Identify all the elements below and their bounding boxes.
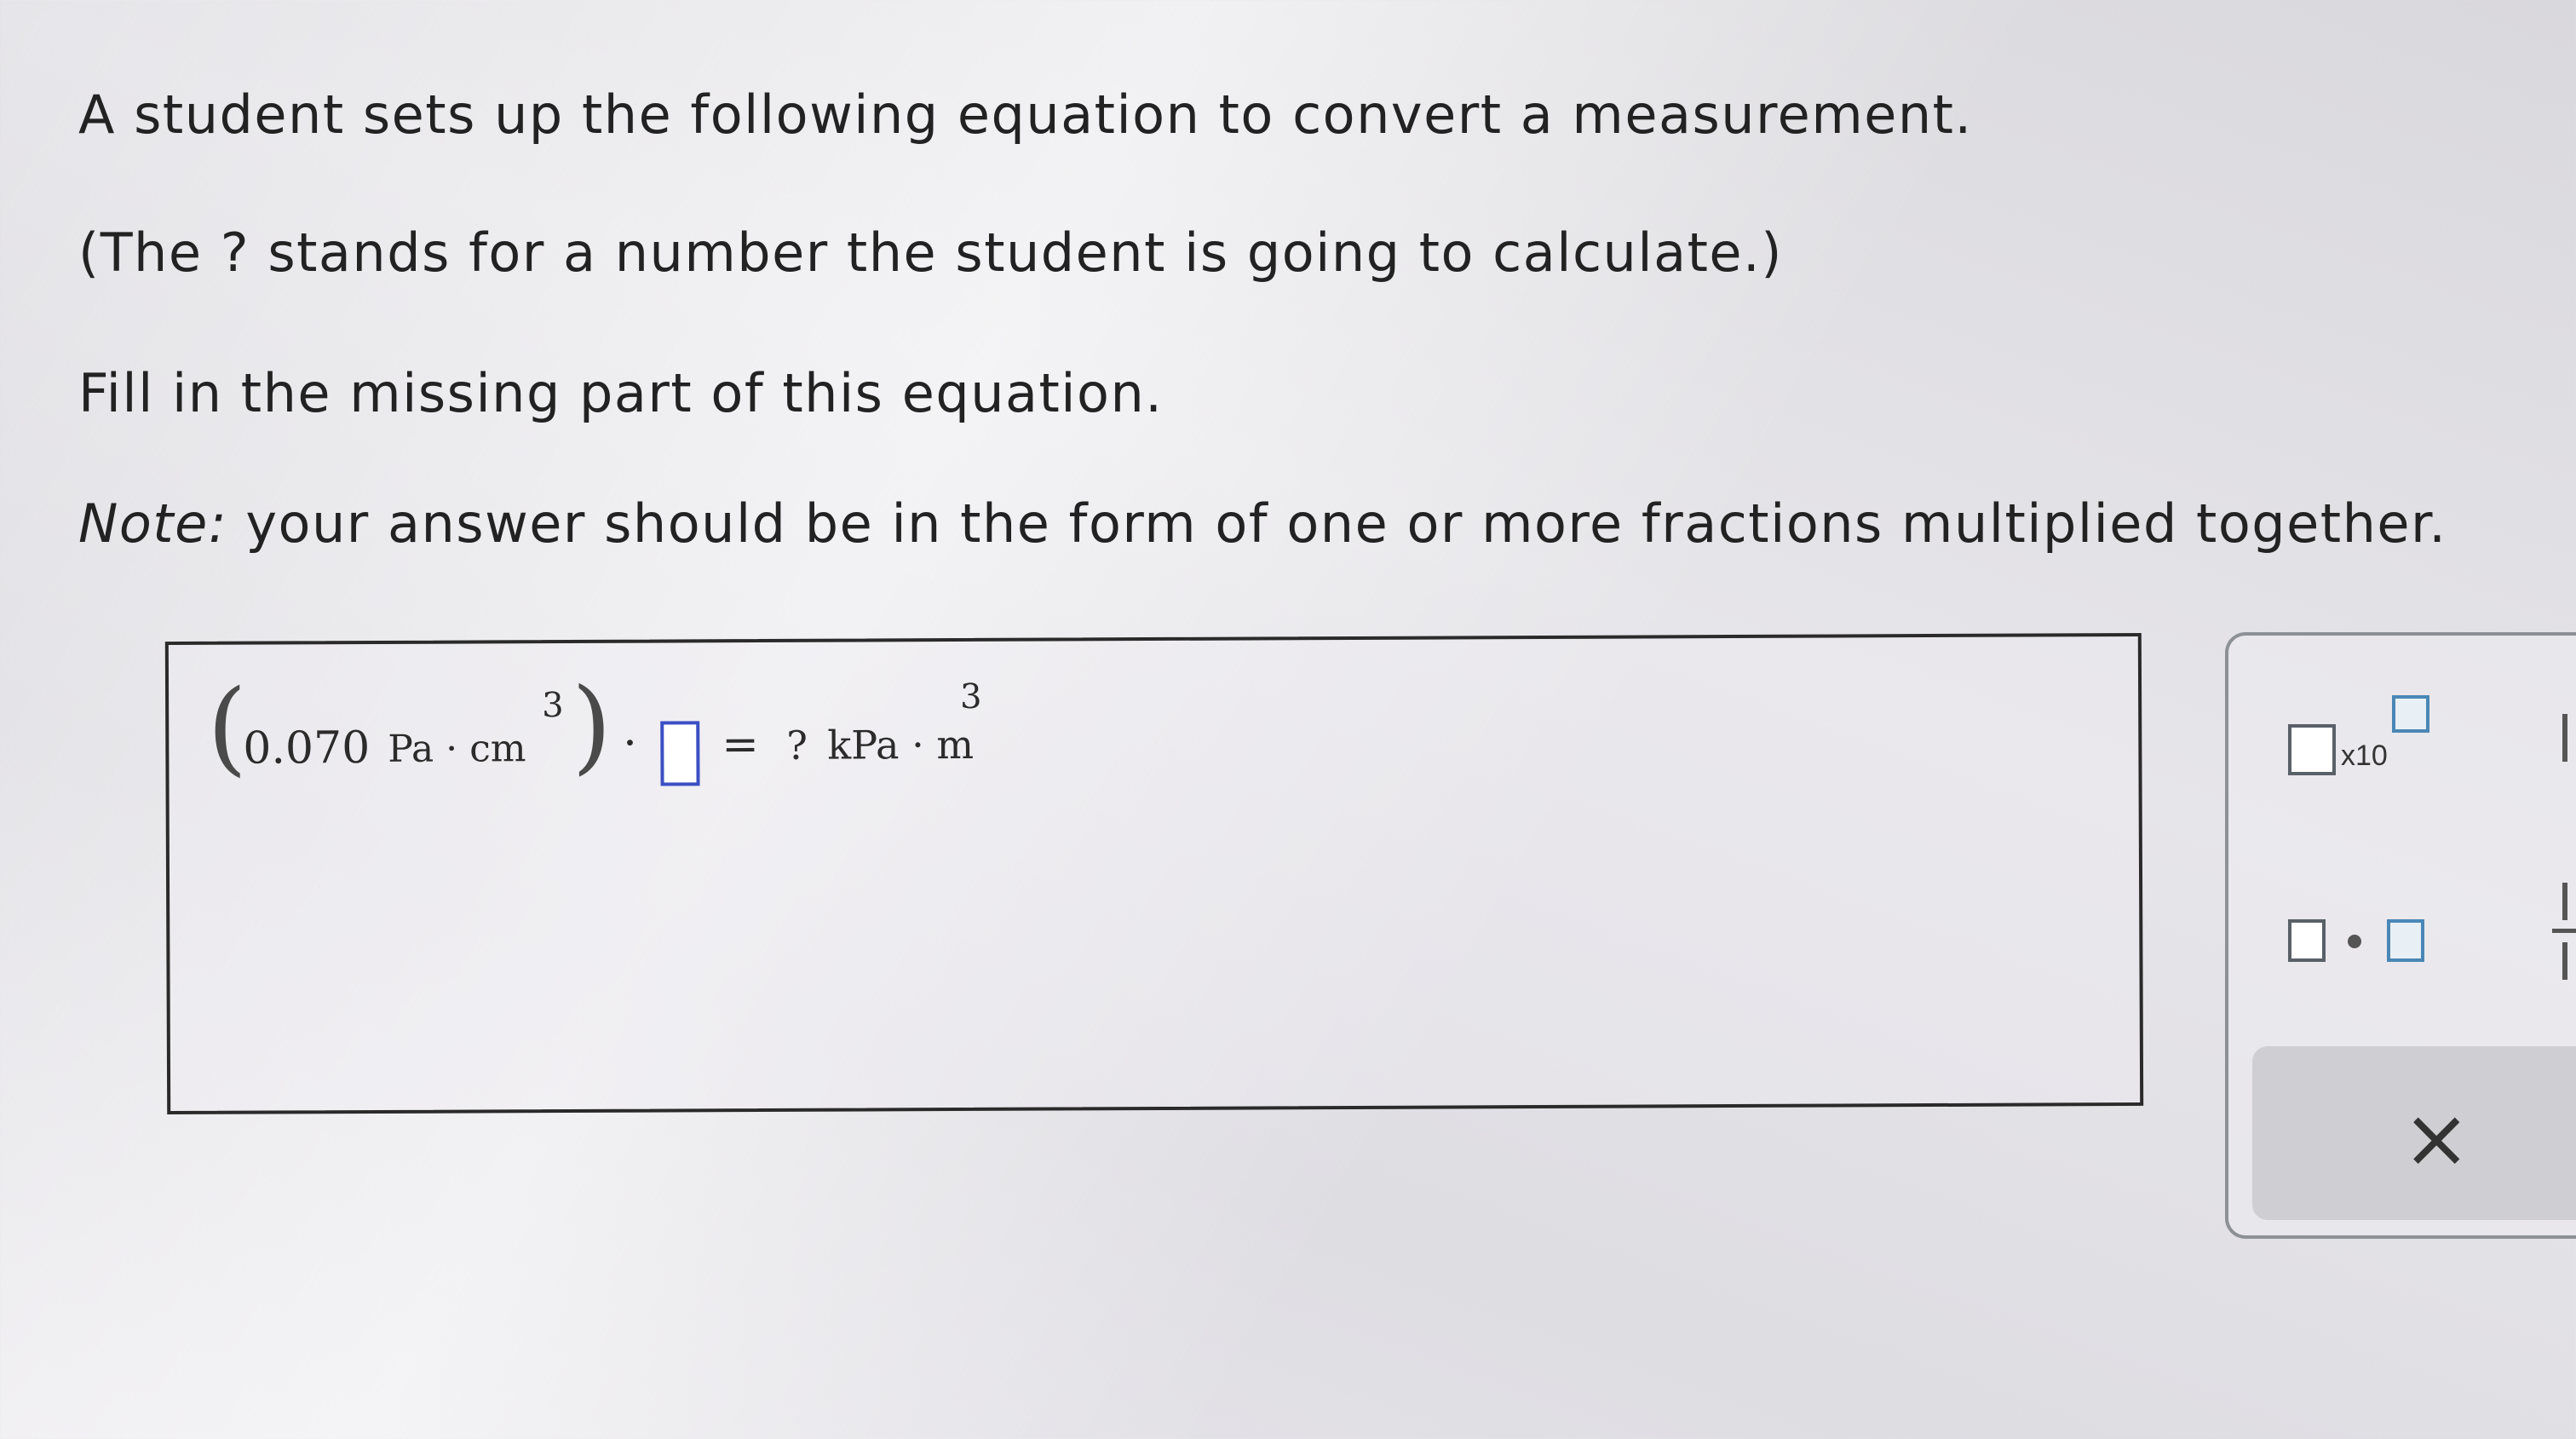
equation: ( 0.070 Pa · cm 3 ) · = ? kPa · m 3 (207, 667, 982, 807)
unknown-value: ? (786, 722, 808, 768)
missing-factor-blank[interactable] (660, 721, 700, 786)
question-note: Note: your answer should be in the form … (78, 492, 2447, 555)
question-line-1: A student sets up the following equation… (78, 83, 1973, 146)
target-unit-exponent: 3 (959, 676, 982, 717)
x10-label: x10 (2341, 740, 2388, 772)
given-unit-exponent: 3 (542, 686, 564, 726)
edge-tool-icon[interactable] (2562, 714, 2567, 762)
fraction-icon-bar[interactable] (2552, 929, 2576, 933)
fraction-icon-top[interactable] (2562, 883, 2567, 920)
given-quantity: 0.070 (243, 722, 371, 774)
question-line-2: (The ? stands for a number the student i… (78, 222, 1783, 284)
open-paren: ( (206, 668, 248, 787)
target-unit: kPa · m (827, 721, 975, 768)
note-text: your answer should be in the form of one… (227, 492, 2447, 555)
close-icon: × (2402, 1091, 2471, 1186)
question-line-3: Fill in the missing part of this equatio… (78, 362, 1164, 424)
given-unit: Pa · cm (388, 727, 526, 771)
multiply-dot: · (623, 717, 637, 769)
fraction-icon-bottom[interactable] (2562, 942, 2567, 980)
answer-input-area[interactable]: ( 0.070 Pa · cm 3 ) · = ? kPa · m 3 (164, 632, 2144, 1115)
clear-button[interactable]: × (2252, 1046, 2576, 1220)
scientific-notation-button[interactable]: x10 (2288, 695, 2433, 780)
multiply-dot-button[interactable] (2288, 912, 2433, 981)
math-tools-panel: x10 × (2225, 632, 2576, 1239)
close-paren: ) (571, 666, 612, 786)
equals-sign: = (722, 719, 760, 771)
note-label: Note: (78, 492, 228, 555)
